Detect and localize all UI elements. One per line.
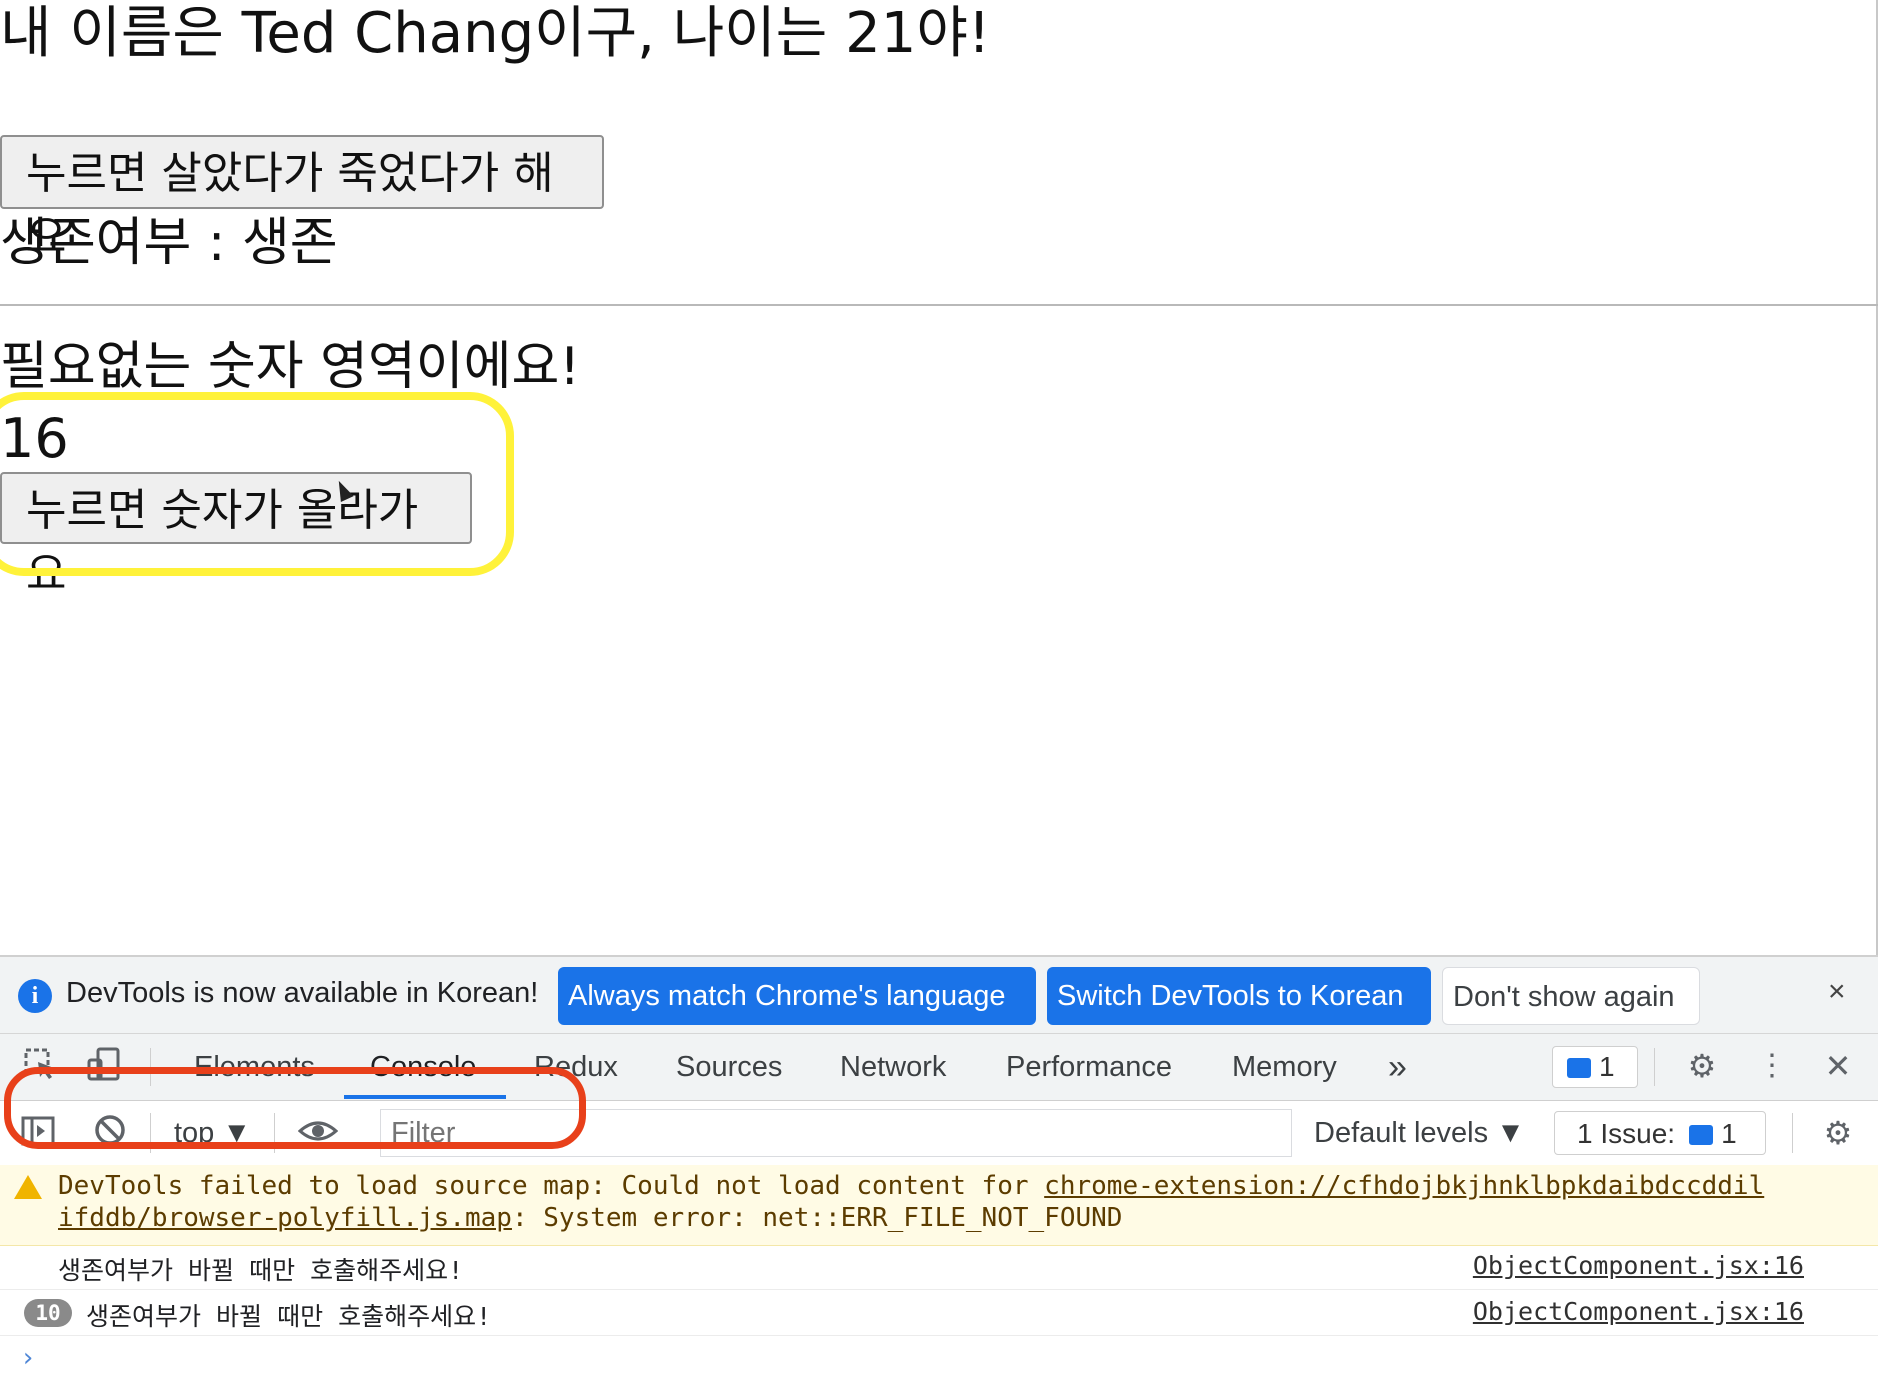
- devtools-panel: i DevTools is now available in Korean! A…: [0, 955, 1878, 1388]
- info-icon: i: [18, 979, 52, 1013]
- active-tab-indicator: [344, 1095, 506, 1099]
- separator: [274, 1113, 275, 1153]
- log-message: 생존여부가 바뀔 때만 호출해주세요!: [86, 1302, 492, 1331]
- switch-korean-button[interactable]: Switch DevTools to Korean: [1047, 967, 1431, 1025]
- sidebar-toggle-icon[interactable]: [18, 1113, 58, 1153]
- tab-network[interactable]: Network: [840, 1034, 946, 1100]
- console-log-row-repeated: 10 생존여부가 바뀔 때만 호출해주세요! ObjectComponent.j…: [0, 1291, 1878, 1336]
- log-source-link[interactable]: ObjectComponent.jsx:16: [1473, 1297, 1804, 1326]
- number-section-title: 필요없는 숫자 영역이에요!: [0, 337, 581, 397]
- greeting-text: 내 이름은 Ted Chang이구, 나이는 21야!: [0, 1, 991, 66]
- language-banner: i DevTools is now available in Korean! A…: [0, 957, 1878, 1034]
- toggle-alive-button[interactable]: 누르면 살았다가 죽었다가 해요: [0, 135, 604, 263]
- log-source-link[interactable]: ObjectComponent.jsx:16: [1473, 1251, 1804, 1280]
- warning-text: DevTools failed to load source map: Coul…: [58, 1171, 1045, 1201]
- clear-console-icon[interactable]: [90, 1113, 130, 1153]
- counter-value: 16: [0, 407, 69, 470]
- warning-message: DevTools failed to load source map: Coul…: [0, 1165, 1878, 1246]
- divider: [0, 304, 1878, 306]
- tab-console[interactable]: Console: [370, 1034, 476, 1100]
- warning-link[interactable]: chrome-extension://cfhdojbkjhnklbpkdaibd…: [1044, 1171, 1764, 1201]
- console-log-row: 생존여부가 바뀔 때만 호출해주세요! ObjectComponent.jsx:…: [0, 1245, 1878, 1290]
- banner-text: DevTools is now available in Korean!: [66, 977, 539, 1009]
- separator: [150, 1048, 151, 1086]
- warning-line-1: DevTools failed to load source map: Coul…: [58, 1171, 1764, 1201]
- tab-performance[interactable]: Performance: [1006, 1034, 1172, 1100]
- separator: [1654, 1048, 1655, 1086]
- warning-link-continued[interactable]: ifddb/browser-polyfill.js.map: [58, 1203, 512, 1233]
- warning-line-2: ifddb/browser-polyfill.js.map: System er…: [58, 1203, 1122, 1233]
- increment-button[interactable]: 누르면 숫자가 올라가요: [0, 472, 472, 600]
- live-expression-eye-icon[interactable]: [297, 1113, 339, 1153]
- warning-icon: [14, 1175, 42, 1199]
- more-tabs-icon[interactable]: »: [1388, 1034, 1407, 1100]
- devtools-tabbar: Elements Console Redux Sources Network P…: [0, 1034, 1878, 1101]
- alive-status: 생존여부 : 생존: [0, 213, 338, 273]
- console-toolbar: top ▼ Default levels ▼ 1 Issue: 1 ⚙: [0, 1101, 1878, 1166]
- issues-count: 1: [1721, 1118, 1737, 1149]
- tab-sources[interactable]: Sources: [676, 1034, 782, 1100]
- inspect-element-icon[interactable]: [20, 1046, 60, 1086]
- message-count: 1: [1599, 1051, 1615, 1082]
- messages-badge[interactable]: 1: [1552, 1046, 1638, 1088]
- tab-memory[interactable]: Memory: [1232, 1034, 1337, 1100]
- device-toolbar-icon[interactable]: [84, 1046, 124, 1086]
- context-selector[interactable]: top ▼: [174, 1111, 251, 1155]
- console-prompt-icon[interactable]: ›: [20, 1343, 36, 1373]
- issues-label: 1 Issue:: [1577, 1118, 1676, 1149]
- app-page: 내 이름은 Ted Chang이구, 나이는 21야! 누르면 살았다가 죽었다…: [0, 0, 1878, 955]
- match-language-button[interactable]: Always match Chrome's language: [558, 967, 1036, 1025]
- dont-show-again-button[interactable]: Don't show again: [1442, 967, 1700, 1025]
- log-message: 생존여부가 바뀔 때만 호출해주세요!: [58, 1256, 464, 1285]
- settings-gear-icon[interactable]: ⚙: [1682, 1046, 1722, 1086]
- more-options-icon[interactable]: ⋮: [1752, 1046, 1792, 1086]
- tab-redux[interactable]: Redux: [534, 1034, 618, 1100]
- console-settings-gear-icon[interactable]: ⚙: [1818, 1113, 1858, 1153]
- close-devtools-icon[interactable]: ✕: [1818, 1046, 1858, 1086]
- issues-button[interactable]: 1 Issue: 1: [1554, 1111, 1766, 1155]
- message-icon: [1567, 1058, 1591, 1078]
- filter-input[interactable]: [380, 1109, 1292, 1157]
- separator: [1792, 1113, 1793, 1153]
- log-levels-dropdown[interactable]: Default levels ▼: [1314, 1111, 1525, 1155]
- repeat-count-badge: 10: [24, 1299, 72, 1327]
- close-icon[interactable]: ×: [1828, 975, 1846, 1009]
- warning-error-text: : System error: net::ERR_FILE_NOT_FOUND: [511, 1203, 1123, 1233]
- separator: [150, 1113, 151, 1153]
- issue-icon: [1689, 1125, 1714, 1145]
- tab-elements[interactable]: Elements: [194, 1034, 315, 1100]
